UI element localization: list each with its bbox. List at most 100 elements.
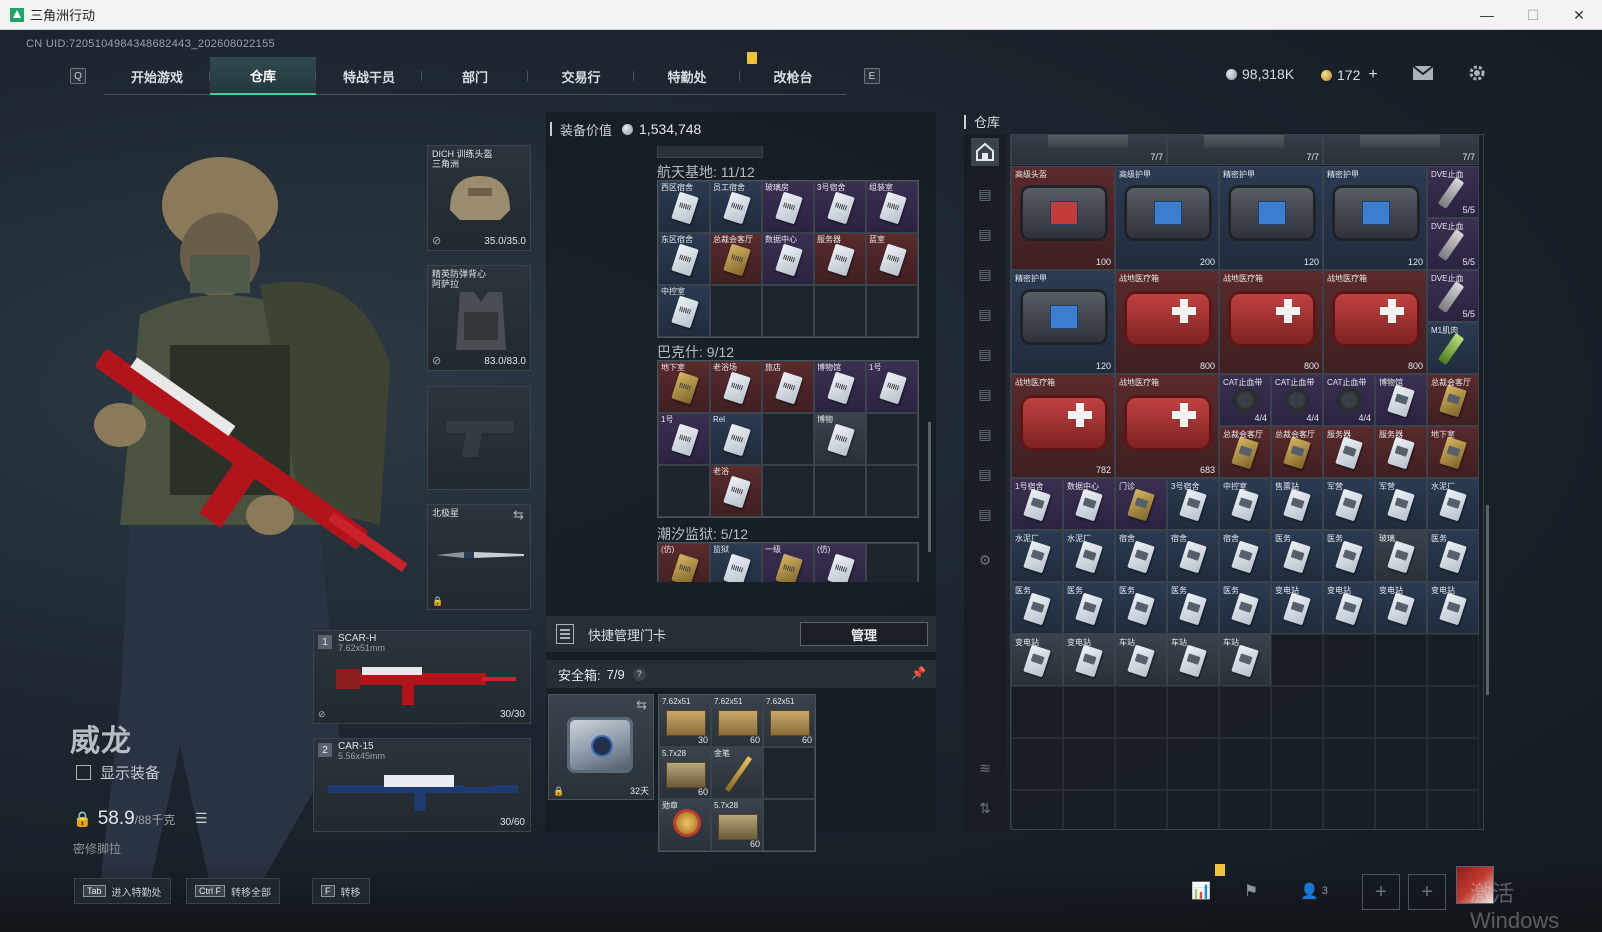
keycard-item[interactable]: 员工宿舍: [710, 181, 762, 233]
warehouse-scrollbar[interactable]: [1486, 505, 1489, 695]
stats-chart-icon[interactable]: 📊: [1188, 878, 1214, 904]
safebox-item[interactable]: 7.62x51 60: [711, 695, 763, 747]
keycard-item[interactable]: 地下室: [658, 361, 710, 413]
minimize-button[interactable]: —: [1464, 0, 1510, 30]
empty-cell[interactable]: [763, 799, 815, 851]
keycard-item[interactable]: 1号: [866, 361, 918, 413]
squad-icon[interactable]: 👤 3: [1294, 878, 1334, 904]
empty-cell[interactable]: [763, 747, 815, 799]
hint-enter-special[interactable]: Tab 进入特勤处: [74, 878, 171, 904]
keycard-item[interactable]: 医务: [1271, 530, 1323, 582]
safebox-item[interactable]: 5.7x28 60: [711, 799, 763, 851]
pistol-slot[interactable]: [427, 386, 531, 490]
keycard-item[interactable]: 旅店: [762, 361, 814, 413]
safebox-item[interactable]: 7.62x51 60: [763, 695, 815, 747]
add-gold-button[interactable]: +: [1368, 66, 1377, 84]
keycard-item[interactable]: 中控室: [658, 285, 710, 337]
tourniquet-item[interactable]: CAT止血带 4/4: [1219, 374, 1271, 426]
keycard-item[interactable]: 老浴场: [710, 361, 762, 413]
safebox-item[interactable]: 勋章: [659, 799, 711, 851]
keycard-item[interactable]: 1号宿舍: [1011, 478, 1063, 530]
show-gear-checkbox[interactable]: [76, 765, 91, 780]
field-medkit-item[interactable]: 战地医疗箱 683: [1115, 374, 1219, 478]
empty-cell[interactable]: [866, 413, 918, 465]
keycard-item[interactable]: 东区宿舍: [658, 233, 710, 285]
keycard-item[interactable]: 医务: [1427, 530, 1479, 582]
keycard-item[interactable]: 西区宿舍: [658, 181, 710, 233]
keycard-item[interactable]: 宿舍: [1115, 530, 1167, 582]
keycard-item[interactable]: 1号: [658, 413, 710, 465]
keycard-item[interactable]: 玻璃房: [762, 181, 814, 233]
empty-cell[interactable]: [814, 465, 866, 517]
tourniquet-item[interactable]: CAT止血带 4/4: [1271, 374, 1323, 426]
tab-3[interactable]: 部门: [422, 57, 528, 95]
keycard-item[interactable]: 变电站: [1063, 634, 1115, 686]
warehouse-all-tab-icon[interactable]: [971, 138, 999, 166]
keycard-item[interactable]: 车站: [1115, 634, 1167, 686]
keycard-item[interactable]: 总裁会客厅: [1271, 426, 1323, 478]
swap-icon[interactable]: ⇆: [513, 507, 524, 523]
sort-icon[interactable]: ⇅: [971, 794, 999, 822]
keycard-item[interactable]: 玻璃: [1375, 530, 1427, 582]
empty-cell[interactable]: [710, 285, 762, 337]
ammo-crate-item[interactable]: 7/7: [1011, 135, 1167, 165]
field-medkit-item[interactable]: 战地医疗箱 800: [1115, 270, 1219, 374]
add-teammate-slot-2[interactable]: +: [1408, 874, 1446, 910]
safebox-item[interactable]: 5.7x28 60: [659, 747, 711, 799]
prev-tab-key[interactable]: Q: [70, 68, 86, 84]
empty-cell[interactable]: [762, 413, 814, 465]
keycard-item[interactable]: 医务: [1219, 582, 1271, 634]
medicine-item[interactable]: DVE止血 5/5: [1427, 218, 1479, 270]
warehouse-tab-4-icon[interactable]: ▤: [971, 300, 999, 328]
melee-slot[interactable]: 北极星 ⇆ 🔒: [427, 504, 531, 610]
keycard-item[interactable]: 3号宿舍: [1167, 478, 1219, 530]
keycard-item[interactable]: (仿): [814, 543, 866, 582]
tab-0[interactable]: 开始游戏: [104, 57, 210, 95]
ammo-crate-item[interactable]: 7/7: [1323, 135, 1479, 165]
keycard-item[interactable]: 宿舍: [1219, 530, 1271, 582]
armor-bag-item[interactable]: 精密护甲 120: [1219, 166, 1323, 270]
empty-cell[interactable]: [866, 285, 918, 337]
keycard-item[interactable]: 变电站: [1323, 582, 1375, 634]
armor-bag-item[interactable]: 精密护甲 120: [1011, 270, 1115, 374]
keycard-item[interactable]: 军营: [1323, 478, 1375, 530]
keycard-item[interactable]: 变电站: [1427, 582, 1479, 634]
keycard-item[interactable]: 地下室: [1427, 426, 1479, 478]
keycard-item[interactable]: 医务: [1323, 530, 1375, 582]
tab-1[interactable]: 仓库: [210, 57, 316, 95]
helmet-slot[interactable]: DICH 训练头盔 三角洲 ⊘ 35.0/35.0: [427, 145, 531, 251]
next-tab-key[interactable]: E: [864, 68, 880, 84]
medicine-item[interactable]: DVE止血 5/5: [1427, 166, 1479, 218]
keycard-item[interactable]: 3号宿舍: [814, 181, 866, 233]
keycard-item[interactable]: 博物馆: [1375, 374, 1427, 426]
keycard-item[interactable]: 组装室: [866, 181, 918, 233]
tab-5[interactable]: 特勤处: [634, 57, 740, 95]
warehouse-tab-5-icon[interactable]: ▤: [971, 340, 999, 368]
empty-cell[interactable]: [658, 465, 710, 517]
keycard-item[interactable]: 数据中心: [762, 233, 814, 285]
safebox-item[interactable]: 7.62x51 30: [659, 695, 711, 747]
warehouse-settings-icon[interactable]: ⚙: [971, 546, 999, 574]
keycard-item[interactable]: 监狱: [710, 543, 762, 582]
warehouse-tab-3-icon[interactable]: ▤: [971, 260, 999, 288]
tab-2[interactable]: 特战干员: [316, 57, 422, 95]
ammo-crate-item[interactable]: 7/7: [1167, 135, 1323, 165]
keycard-item[interactable]: 数据中心: [1063, 478, 1115, 530]
warehouse-tab-2-icon[interactable]: ▤: [971, 220, 999, 248]
keycard-item[interactable]: 医务: [1167, 582, 1219, 634]
warehouse-tab-6-icon[interactable]: ▤: [971, 380, 999, 408]
empty-cell[interactable]: [866, 543, 918, 582]
keycard-item[interactable]: 宿舍: [1167, 530, 1219, 582]
safebox-help-icon[interactable]: ?: [632, 667, 646, 681]
weight-details-icon[interactable]: ☰: [195, 810, 215, 826]
keycard-item[interactable]: 博物: [814, 413, 866, 465]
safebox-item[interactable]: 金笔: [711, 747, 763, 799]
armor-slot[interactable]: 精英防弹背心 阿萨拉 ⊘ 83.0/83.0: [427, 265, 531, 371]
safebox-swap-icon[interactable]: ⇆: [636, 697, 647, 713]
keycard-item[interactable]: 总裁会客厅: [1427, 374, 1479, 426]
keycard-item[interactable]: 博物馆: [814, 361, 866, 413]
manage-button[interactable]: 管理: [800, 622, 928, 646]
keycard-item[interactable]: 门诊: [1115, 478, 1167, 530]
keycard-item[interactable]: 中控室: [1219, 478, 1271, 530]
keycard-item[interactable]: 车站: [1167, 634, 1219, 686]
